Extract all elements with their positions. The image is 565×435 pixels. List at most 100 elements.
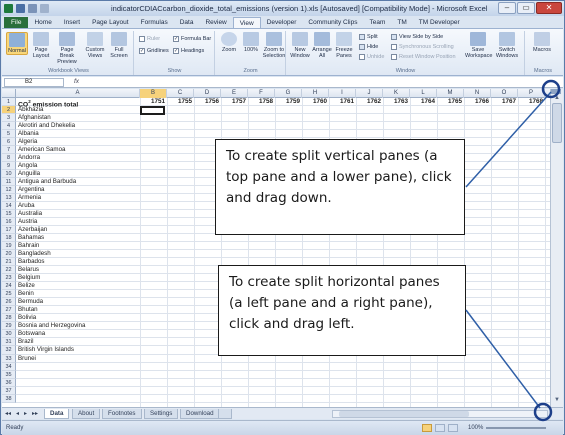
tab-tm[interactable]: TM — [391, 17, 412, 28]
country-cell[interactable]: Bhutan — [18, 306, 38, 314]
sheet-tab-download[interactable]: Download — [180, 409, 220, 419]
country-cell[interactable]: Australia — [18, 210, 42, 218]
row-header-29[interactable]: 29 — [2, 322, 16, 331]
row-header-25[interactable]: 25 — [2, 290, 16, 299]
country-cell[interactable]: Bolivia — [18, 314, 36, 322]
country-cell[interactable]: Anguilla — [18, 170, 40, 178]
select-all-corner[interactable] — [2, 89, 16, 98]
column-header-b[interactable]: B — [140, 89, 167, 98]
row-header-35[interactable]: 35 — [2, 370, 16, 379]
column-header-a[interactable]: A — [16, 89, 140, 98]
column-header-o[interactable]: O — [491, 89, 518, 98]
tab-tm-developer[interactable]: TM Developer — [413, 17, 466, 28]
next-sheet-icon[interactable]: ▸ — [24, 410, 27, 417]
tab-home[interactable]: Home — [28, 17, 57, 28]
country-cell[interactable]: Bangladesh — [18, 250, 51, 258]
split-button[interactable]: Split — [359, 34, 378, 40]
column-header-e[interactable]: E — [221, 89, 248, 98]
row-header-23[interactable]: 23 — [2, 274, 16, 283]
column-header-f[interactable]: F — [248, 89, 275, 98]
zoom-button[interactable]: Zoom — [218, 32, 240, 53]
year-header-cell[interactable]: 1765 — [434, 98, 464, 106]
page-layout-shortcut-icon[interactable] — [435, 424, 445, 432]
formula-input[interactable] — [84, 78, 554, 87]
row-header-1[interactable]: 1 — [2, 98, 16, 107]
sheet-tab-footnotes[interactable]: Footnotes — [102, 409, 142, 419]
tab-formulas[interactable]: Formulas — [135, 17, 174, 28]
column-header-p[interactable]: P — [518, 89, 545, 98]
zoom-slider[interactable] — [486, 427, 546, 429]
new-window-button[interactable]: New Window — [289, 32, 311, 59]
zoom-to-selection-button[interactable]: Zoom to Selection — [262, 32, 286, 59]
vertical-scrollbar[interactable]: ▲ ▼ — [550, 89, 563, 407]
row-header-26[interactable]: 26 — [2, 298, 16, 307]
tab-file[interactable]: File — [4, 17, 29, 28]
tab-insert[interactable]: Insert — [58, 17, 86, 28]
country-cell[interactable]: Austria — [18, 218, 37, 226]
ruler-checkbox[interactable]: Ruler — [139, 36, 160, 42]
row-header-3[interactable]: 3 — [2, 114, 16, 123]
switch-windows-button[interactable]: Switch Windows — [493, 32, 521, 59]
active-cell[interactable] — [140, 106, 165, 115]
year-header-cell[interactable]: 1758 — [245, 98, 275, 106]
page-break-shortcut-icon[interactable] — [448, 424, 458, 432]
undo-icon[interactable] — [28, 4, 37, 13]
row-header-30[interactable]: 30 — [2, 330, 16, 339]
country-cell[interactable]: Belgium — [18, 274, 40, 282]
row-header-37[interactable]: 37 — [2, 386, 16, 395]
row-header-5[interactable]: 5 — [2, 130, 16, 139]
country-cell[interactable]: Botswana — [18, 330, 45, 338]
country-cell[interactable]: Angola — [18, 162, 37, 170]
country-cell[interactable]: Bahamas — [18, 234, 44, 242]
row-header-17[interactable]: 17 — [2, 226, 16, 235]
year-header-cell[interactable]: 1757 — [218, 98, 248, 106]
sheet-tab-about[interactable]: About — [72, 409, 101, 419]
page-break-preview-button[interactable]: Page Break Preview — [54, 32, 80, 65]
full-screen-button[interactable]: Full Screen — [108, 32, 130, 59]
insert-sheet-icon[interactable] — [218, 409, 232, 419]
maximize-button[interactable]: ▭ — [517, 2, 535, 14]
freeze-panes-button[interactable]: Freeze Panes — [333, 32, 355, 59]
minimize-button[interactable]: – — [498, 2, 516, 14]
last-sheet-icon[interactable]: ▸▸ — [32, 410, 38, 417]
country-cell[interactable]: Bermuda — [18, 298, 43, 306]
country-cell[interactable]: British Virgin Islands — [18, 346, 74, 354]
hide-button[interactable]: Hide — [359, 44, 378, 50]
vertical-split-box[interactable] — [551, 89, 561, 94]
year-header-cell[interactable]: 1755 — [164, 98, 194, 106]
year-header-cell[interactable]: 1764 — [407, 98, 437, 106]
year-header-cell[interactable]: 1756 — [191, 98, 221, 106]
row-header-12[interactable]: 12 — [2, 186, 16, 195]
redo-icon[interactable] — [40, 4, 49, 13]
horizontal-scroll-thumb[interactable] — [339, 411, 469, 417]
row-header-13[interactable]: 13 — [2, 194, 16, 203]
country-cell[interactable]: Belize — [18, 282, 35, 290]
row-header-4[interactable]: 4 — [2, 122, 16, 131]
country-cell[interactable]: Azerbaijan — [18, 226, 47, 234]
tab-review[interactable]: Review — [199, 17, 232, 28]
column-header-d[interactable]: D — [194, 89, 221, 98]
column-header-m[interactable]: M — [437, 89, 464, 98]
horizontal-scrollbar[interactable] — [332, 410, 548, 418]
year-header-cell[interactable]: 1763 — [380, 98, 410, 106]
row-header-6[interactable]: 6 — [2, 138, 16, 147]
fx-icon[interactable]: fx — [74, 78, 79, 85]
country-cell[interactable]: Armenia — [18, 194, 41, 202]
row-header-10[interactable]: 10 — [2, 170, 16, 179]
unhide-button[interactable]: Unhide — [359, 54, 384, 60]
reset-window-position-button[interactable]: Reset Window Position — [391, 54, 456, 60]
view-side-by-side-button[interactable]: View Side by Side — [391, 34, 443, 40]
zoom-level[interactable]: 100% — [468, 425, 483, 431]
year-header-cell[interactable]: 1762 — [353, 98, 383, 106]
row-header-27[interactable]: 27 — [2, 306, 16, 315]
country-cell[interactable]: Belarus — [18, 266, 39, 274]
tab-community-clips[interactable]: Community Clips — [302, 17, 363, 28]
row-header-21[interactable]: 21 — [2, 258, 16, 267]
name-box[interactable]: B2 — [4, 78, 64, 87]
country-cell[interactable]: Afghanistan — [18, 114, 51, 122]
worksheet-grid[interactable]: ABCDEFGHIJKLMNOP 1 2 3 4 5 6 7 8 9 10 11 12 13 14 15 16… — [2, 89, 550, 407]
column-header-c[interactable]: C — [167, 89, 194, 98]
year-header-cell[interactable]: 1761 — [326, 98, 356, 106]
normal-view-button[interactable]: Normal — [6, 32, 28, 55]
country-cell[interactable]: Brazil — [18, 338, 33, 346]
